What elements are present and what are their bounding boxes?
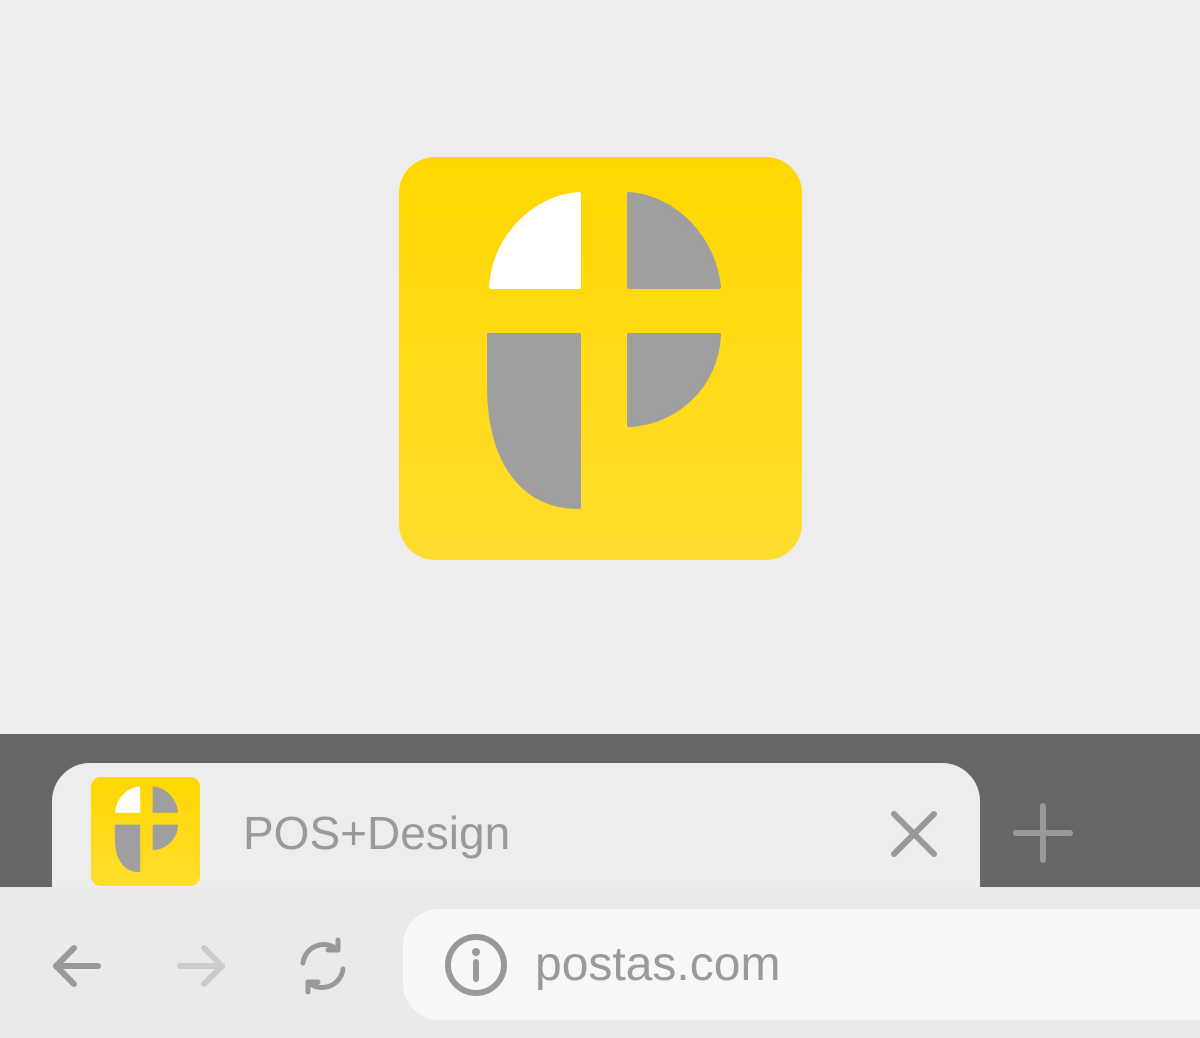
address-bar[interactable] (403, 909, 1200, 1020)
plus-icon[interactable] (1010, 800, 1076, 866)
arrow-left-icon[interactable] (48, 937, 106, 995)
url-text[interactable]: postas.com (535, 937, 780, 993)
close-icon[interactable] (888, 808, 940, 860)
pos-design-logo-icon (399, 157, 802, 560)
favicon-pos-design-logo-icon (91, 777, 200, 886)
arrow-right-icon[interactable] (172, 937, 230, 995)
info-icon[interactable] (444, 933, 508, 997)
tab-title: POS+Design (243, 807, 511, 859)
reload-icon[interactable] (294, 937, 352, 995)
